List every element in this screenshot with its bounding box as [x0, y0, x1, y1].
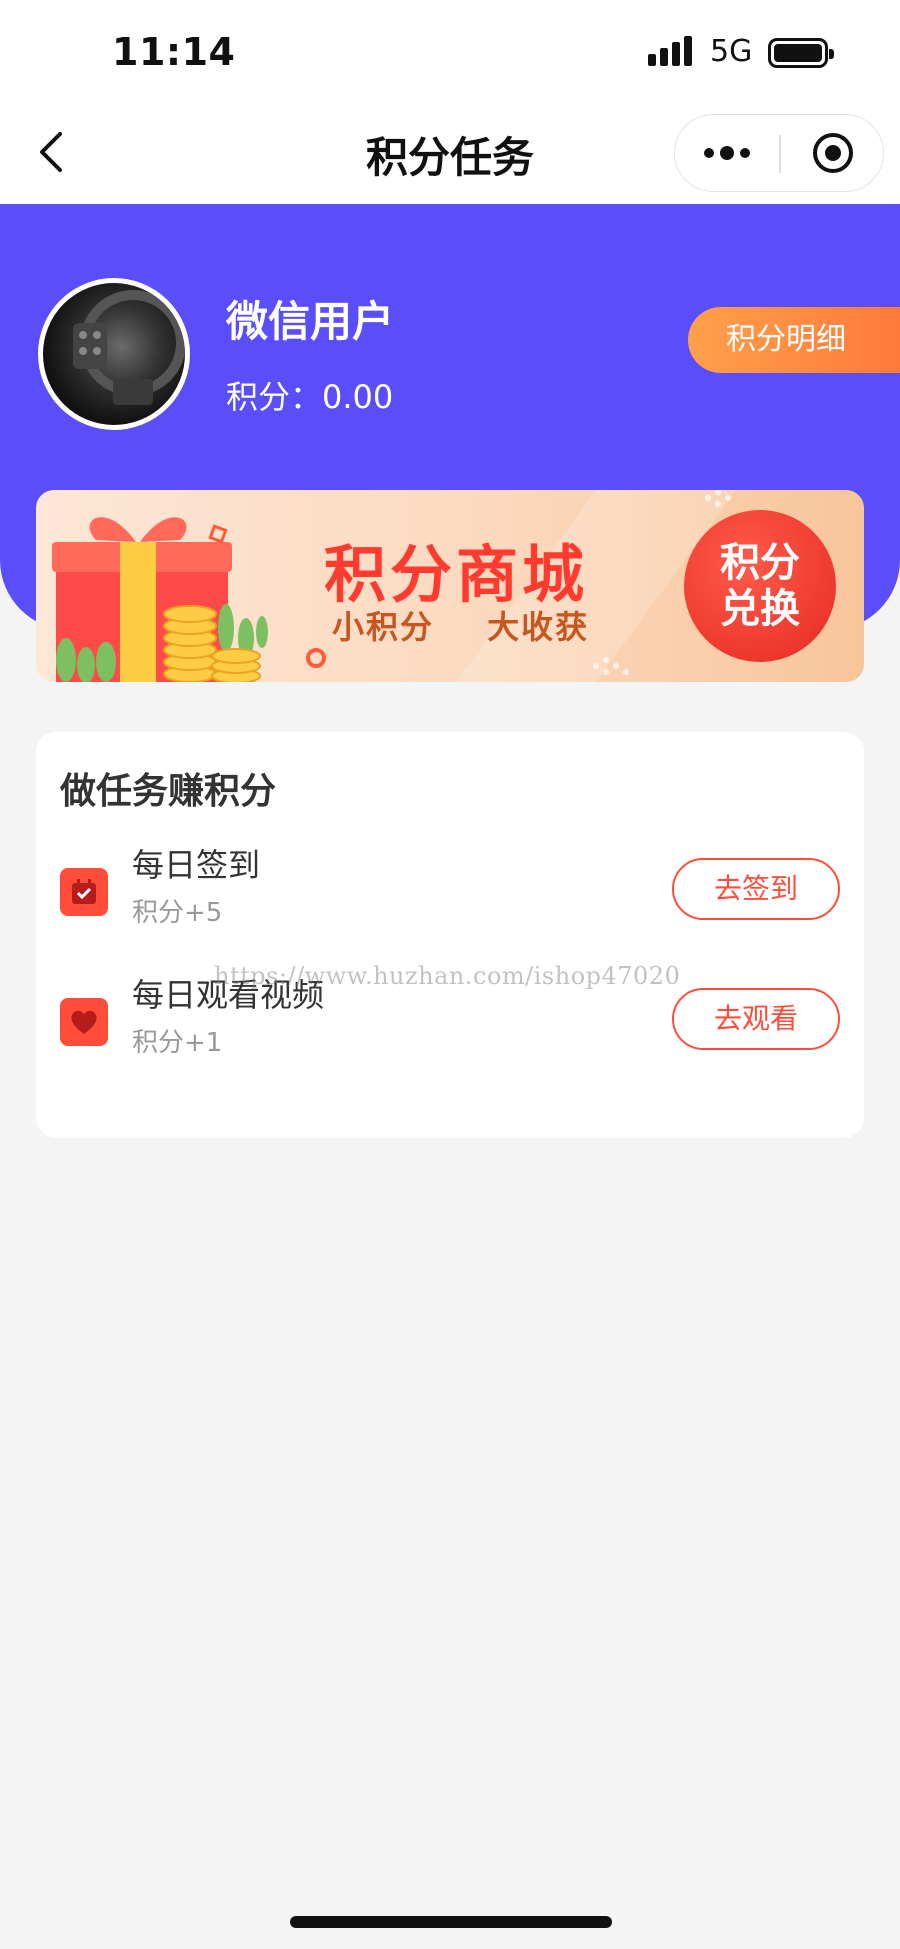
network-type: 5G	[710, 34, 753, 69]
redeem-badge-line2: 兑换	[720, 586, 800, 632]
redeem-badge[interactable]: 积分 兑换	[684, 510, 836, 662]
task-reward: 积分+1	[132, 1028, 223, 1058]
battery-icon	[768, 38, 834, 68]
user-name: 微信用户	[226, 297, 395, 346]
points-value: 0.00	[322, 378, 394, 416]
avatar[interactable]	[38, 278, 190, 430]
status-bar: 11:14 5G	[0, 0, 900, 100]
status-time: 11:14	[112, 30, 236, 74]
checkin-button[interactable]: 去签到	[672, 858, 840, 920]
task-item-checkin: 每日签到 积分+5 去签到	[36, 836, 864, 946]
home-indicator[interactable]	[290, 1916, 612, 1928]
points-label: 积分：	[226, 378, 323, 416]
more-icon[interactable]	[675, 115, 779, 191]
miniprogram-capsule	[674, 114, 884, 192]
redeem-badge-line1: 积分	[720, 540, 800, 586]
watermark: https://www.huzhan.com/ishop47020	[214, 962, 681, 990]
task-reward: 积分+5	[132, 898, 223, 928]
points-summary: 积分：0.00	[226, 372, 393, 418]
banner-title: 积分商城	[324, 538, 589, 611]
watch-video-button[interactable]: 去观看	[672, 988, 840, 1050]
task-card: 做任务赚积分 每日签到 积分+5 去签到 每日观看视频 积分+1 去观看	[36, 732, 864, 1138]
heart-icon	[60, 998, 108, 1046]
task-card-title: 做任务赚积分	[60, 771, 277, 812]
calendar-check-icon	[60, 868, 108, 916]
close-target-icon[interactable]	[781, 115, 885, 191]
signal-icon	[648, 36, 694, 66]
points-mall-banner[interactable]: 积分商城 小积分 大收获 积分 兑换	[36, 490, 864, 682]
task-name: 每日签到	[132, 846, 261, 884]
banner-subtitle: 小积分 大收获	[332, 608, 590, 646]
nav-bar: 积分任务	[0, 100, 900, 204]
points-detail-button[interactable]: 积分明细	[688, 307, 900, 373]
